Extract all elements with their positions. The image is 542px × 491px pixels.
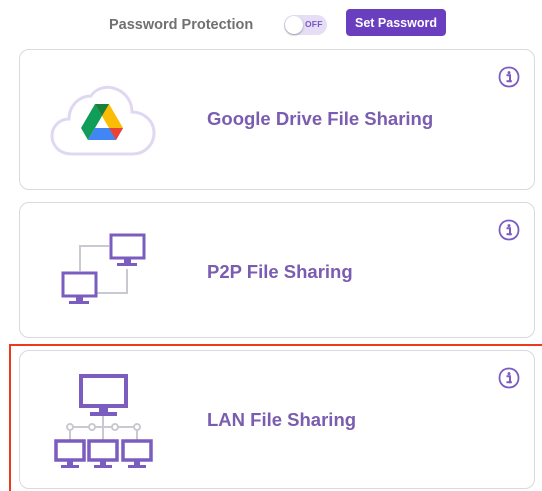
- info-icon[interactable]: [498, 219, 520, 241]
- password-protection-bar: Password Protection OFF Set Password: [0, 0, 542, 46]
- lan-sharing-card[interactable]: LAN File Sharing: [19, 350, 535, 489]
- lan-sharing-title: LAN File Sharing: [207, 409, 357, 430]
- p2p-network-icon: [61, 233, 146, 304]
- p2p-sharing-card[interactable]: P2P File Sharing: [19, 202, 535, 338]
- file-sharing-panel: Password Protection OFF Set Password Goo…: [0, 0, 542, 491]
- password-protection-toggle[interactable]: OFF: [284, 15, 327, 35]
- toggle-state-label: OFF: [305, 19, 323, 29]
- set-password-button[interactable]: Set Password: [346, 9, 446, 36]
- p2p-sharing-title: P2P File Sharing: [207, 261, 353, 282]
- google-drive-sharing-card[interactable]: Google Drive File Sharing: [19, 49, 535, 190]
- google-drive-cloud-icon: [50, 85, 156, 156]
- info-icon[interactable]: [498, 66, 520, 88]
- lan-network-icon: [54, 374, 153, 468]
- toggle-knob: [285, 16, 303, 34]
- google-drive-sharing-title: Google Drive File Sharing: [207, 108, 434, 129]
- info-icon[interactable]: [498, 367, 520, 389]
- password-protection-label: Password Protection: [109, 17, 254, 33]
